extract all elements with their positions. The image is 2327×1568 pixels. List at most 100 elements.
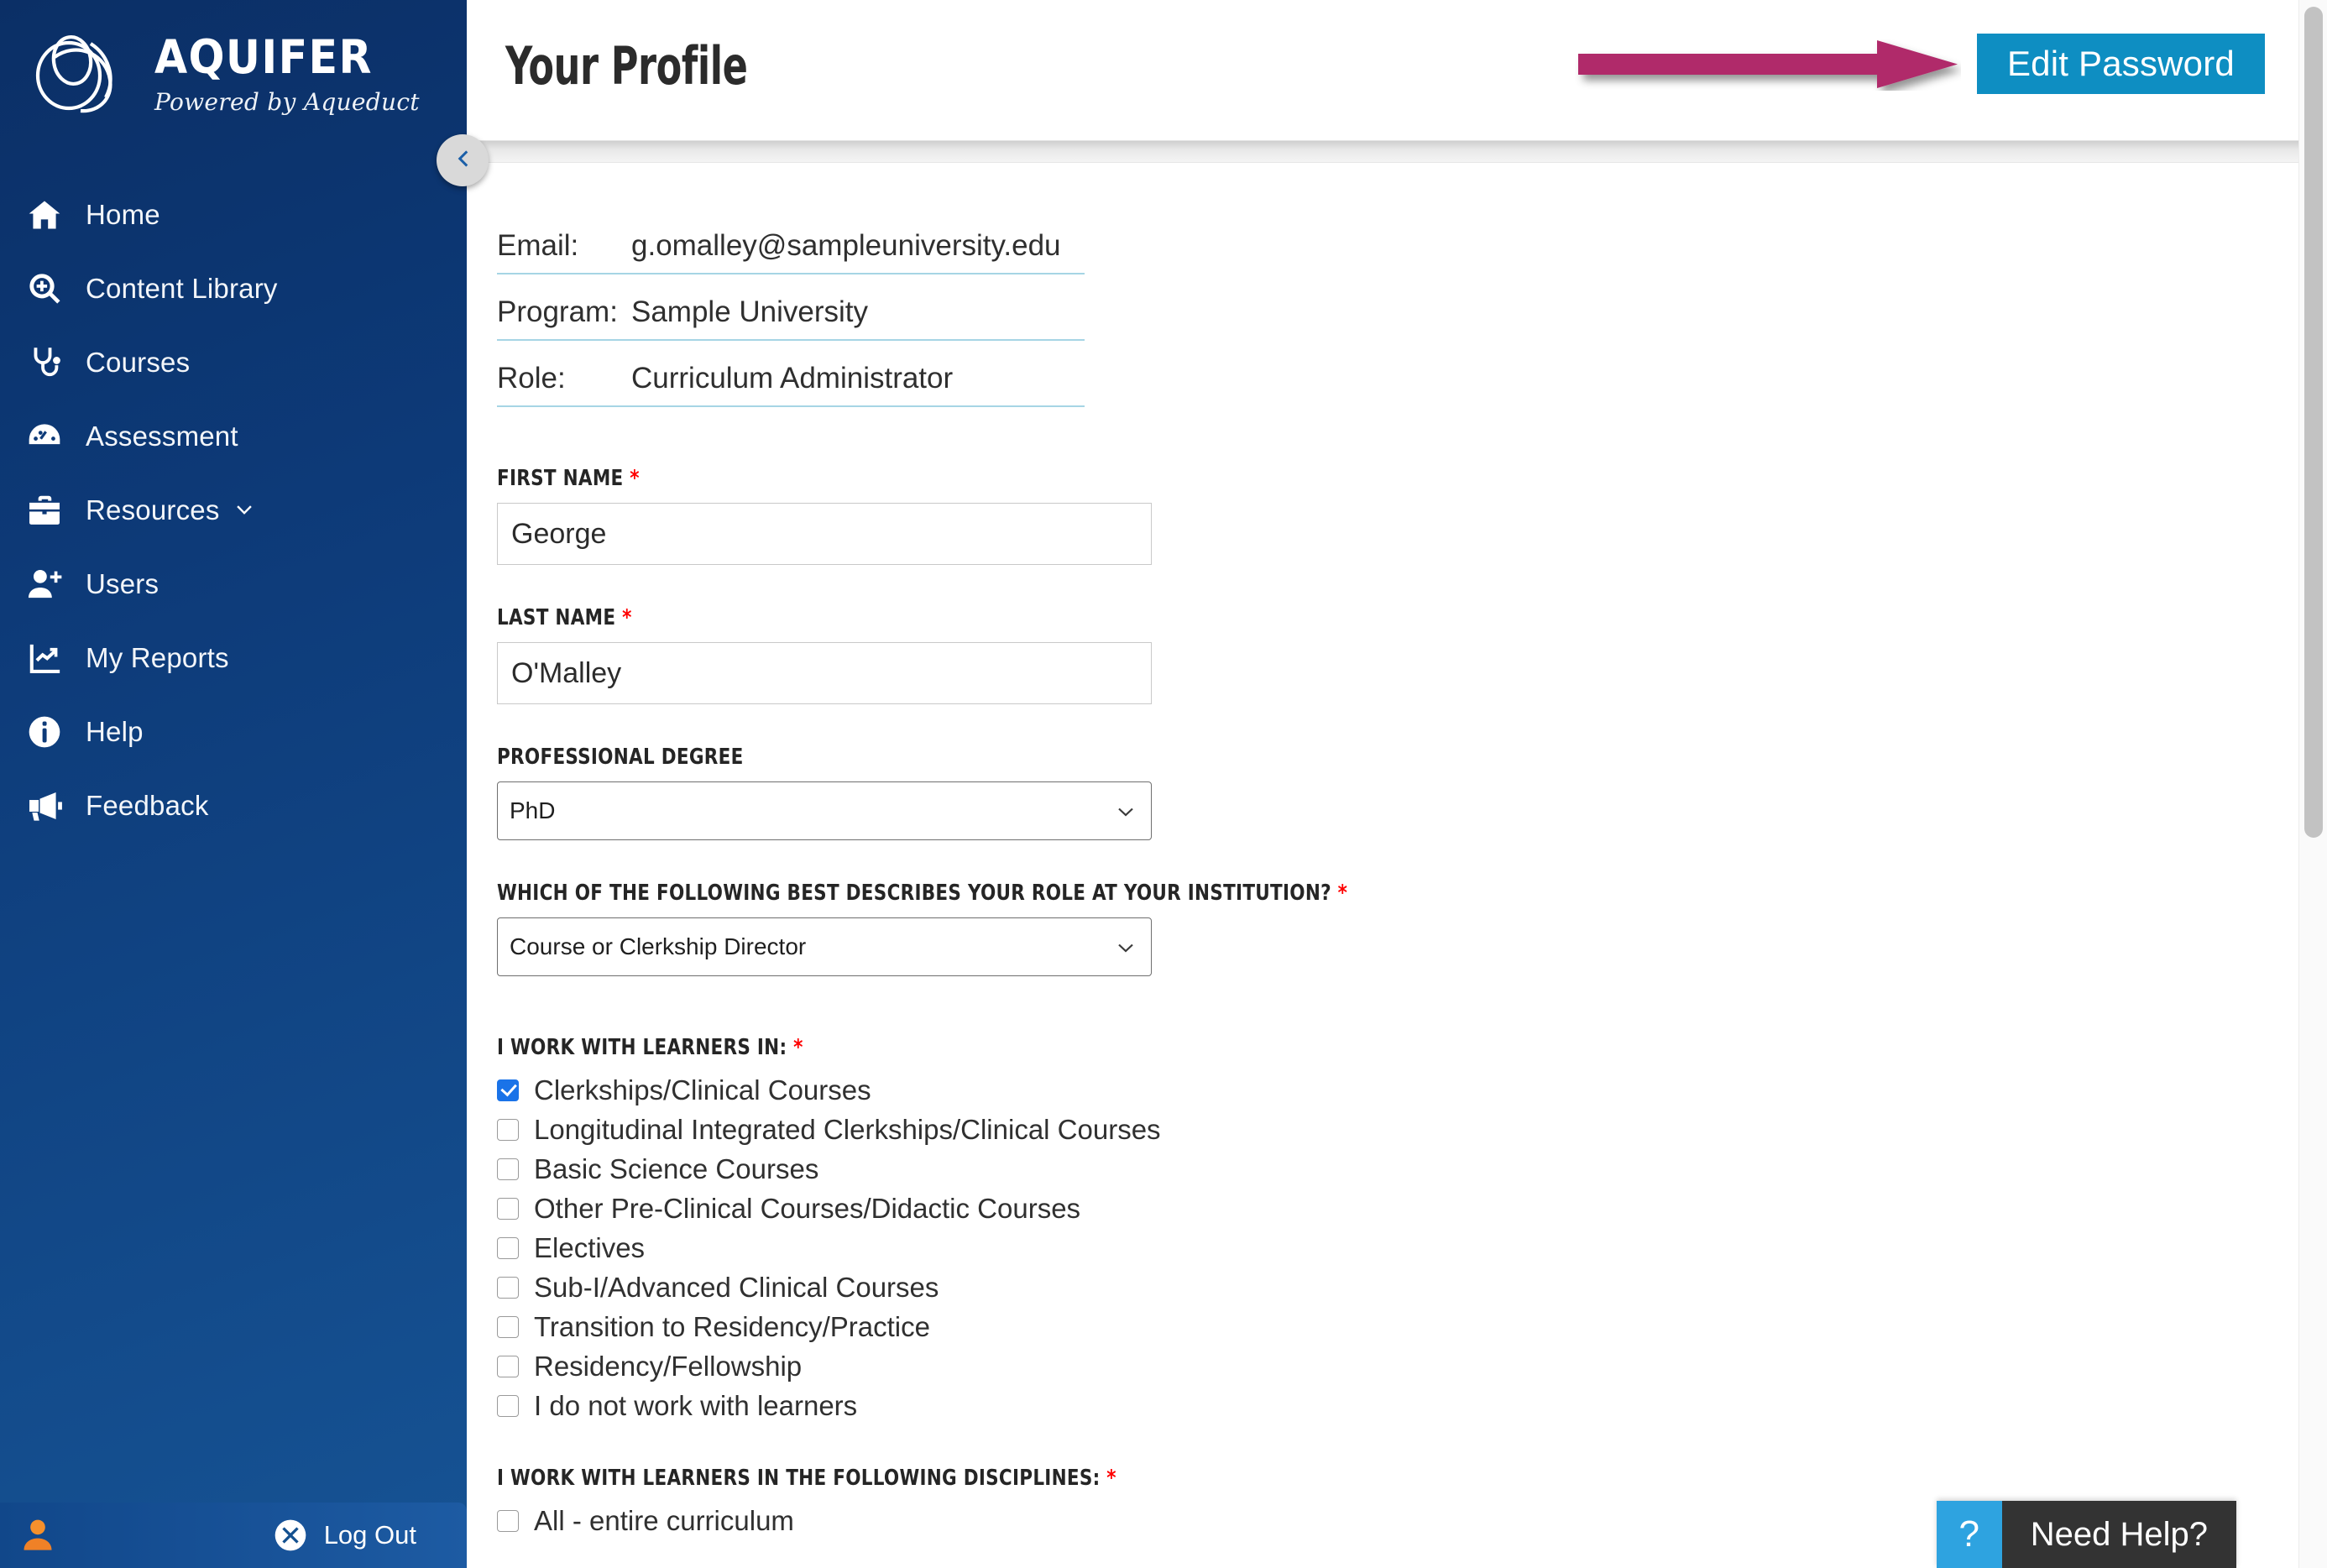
sidebar-footer: Log Out [0, 1503, 467, 1568]
edit-password-button[interactable]: Edit Password [1976, 34, 2265, 94]
sidebar-item-content-library[interactable]: Content Library [0, 252, 467, 326]
info-circle-icon [25, 713, 64, 751]
checkbox[interactable] [497, 1394, 519, 1417]
first-name-field-group: FIRST NAME * George [497, 466, 2327, 565]
sidebar-item-help[interactable]: Help [0, 695, 467, 769]
sidebar-item-my-reports[interactable]: My Reports [0, 621, 467, 695]
checkbox[interactable] [497, 1079, 519, 1101]
list-item[interactable]: I do not work with learners [497, 1386, 2327, 1425]
sidebar-item-users[interactable]: Users [0, 547, 467, 621]
search-plus-icon [25, 269, 64, 308]
checkbox-label: All - entire curriculum [534, 1504, 794, 1536]
required-marker: * [623, 466, 640, 491]
table-row: Email: g.omalley@sampleuniversity.edu [497, 208, 1085, 274]
sidebar-item-assessment[interactable]: Assessment [0, 400, 467, 473]
list-item[interactable]: Transition to Residency/Practice [497, 1307, 2327, 1346]
sidebar-item-feedback[interactable]: Feedback [0, 769, 467, 843]
last-name-label: LAST NAME * [497, 605, 2181, 630]
chevron-left-icon [451, 147, 474, 175]
scrollbar-thumb[interactable] [2304, 7, 2323, 838]
list-item[interactable]: Other Pre-Clinical Courses/Didactic Cour… [497, 1189, 2327, 1228]
checkbox-label: Electives [534, 1231, 646, 1263]
info-value-email: g.omalley@sampleuniversity.edu [631, 229, 1061, 262]
required-marker: * [1331, 881, 1348, 906]
main-area: Your Profile Edit Password Email: g.omal… [467, 0, 2327, 1568]
logout-label: Log Out [323, 1520, 416, 1550]
first-name-label: FIRST NAME * [497, 466, 2181, 491]
brand-logo[interactable]: AQUIFER Powered by Aqueduct [0, 0, 467, 123]
chevron-down-icon [1116, 801, 1136, 821]
professional-degree-select[interactable]: PhD [497, 781, 1152, 840]
checkbox[interactable] [497, 1355, 519, 1377]
user-plus-icon [25, 565, 64, 604]
learners-in-label: I WORK WITH LEARNERS IN: * [497, 1035, 2181, 1060]
info-label: Role: [497, 362, 566, 395]
list-item[interactable]: Residency/Fellowship [497, 1346, 2327, 1386]
aquifer-swirl-logo-icon [29, 24, 136, 123]
sidebar: AQUIFER Powered by Aqueduct Home Content [0, 0, 489, 1568]
profile-content: Email: g.omalley@sampleuniversity.edu Pr… [467, 163, 2327, 1568]
need-help-label: Need Help? [2001, 1501, 2236, 1568]
sidebar-item-label: My Reports [86, 642, 229, 673]
institution-role-label-text: WHICH OF THE FOLLOWING BEST DESCRIBES YO… [497, 881, 1331, 906]
page-scrollbar[interactable] [2298, 0, 2327, 1568]
checkbox[interactable] [497, 1276, 519, 1299]
institution-role-select[interactable]: Course or Clerkship Director [497, 917, 1152, 976]
checkbox-label: Transition to Residency/Practice [534, 1310, 930, 1342]
x-circle-icon [274, 1518, 307, 1552]
learners-in-group: I WORK WITH LEARNERS IN: * Clerkships/Cl… [497, 1035, 2327, 1425]
list-item[interactable]: Clerkships/Clinical Courses [497, 1070, 2327, 1110]
learners-in-label-text: I WORK WITH LEARNERS IN: [497, 1035, 787, 1060]
checkbox-label: I do not work with learners [534, 1389, 858, 1421]
sidebar-item-label: Content Library [86, 273, 278, 304]
list-item[interactable]: Longitudinal Integrated Clerkships/Clini… [497, 1110, 2327, 1149]
institution-role-value: Course or Clerkship Director [510, 933, 807, 959]
institution-role-field-group: WHICH OF THE FOLLOWING BEST DESCRIBES YO… [497, 881, 2327, 976]
checkbox[interactable] [497, 1509, 519, 1532]
required-marker: * [615, 605, 632, 630]
need-help-widget[interactable]: ? Need Help? [1936, 1501, 2236, 1568]
last-name-input[interactable]: O'Malley [497, 642, 1152, 704]
table-row: Program: Sample University [497, 274, 1085, 341]
page-title: Your Profile [505, 35, 748, 97]
chevron-down-icon [1116, 937, 1136, 957]
sidebar-item-courses[interactable]: Courses [0, 326, 467, 400]
sidebar-item-label: Help [86, 716, 144, 747]
sidebar-item-label: Users [86, 568, 159, 599]
briefcase-icon [25, 491, 64, 530]
list-item[interactable]: Electives [497, 1228, 2327, 1267]
learners-disciplines-label: I WORK WITH LEARNERS IN THE FOLLOWING DI… [497, 1466, 2181, 1491]
right-arrow-annotation-icon [1575, 39, 1961, 91]
logout-button[interactable]: Log Out [274, 1518, 416, 1552]
checkbox[interactable] [497, 1118, 519, 1141]
checkbox[interactable] [497, 1197, 519, 1220]
sidebar-nav: Home Content Library Courses Assessment … [0, 178, 467, 843]
chart-line-icon [25, 639, 64, 677]
checkbox[interactable] [497, 1236, 519, 1259]
checkbox[interactable] [497, 1158, 519, 1180]
checkbox-label: Basic Science Courses [534, 1152, 819, 1184]
header-divider [467, 141, 2327, 163]
sidebar-collapse-button[interactable] [437, 134, 489, 186]
brand-name: AQUIFER [154, 29, 373, 84]
checkbox-label: Sub-I/Advanced Clinical Courses [534, 1271, 939, 1303]
professional-degree-value: PhD [510, 797, 556, 823]
chevron-down-icon[interactable] [233, 494, 255, 526]
info-value-role: Curriculum Administrator [631, 362, 954, 395]
brand-tagline: Powered by Aqueduct [154, 87, 420, 116]
brand-text: AQUIFER Powered by Aqueduct [154, 31, 420, 116]
checkbox-label: Other Pre-Clinical Courses/Didactic Cour… [534, 1192, 1081, 1224]
learners-disciplines-label-text: I WORK WITH LEARNERS IN THE FOLLOWING DI… [497, 1466, 1101, 1491]
sidebar-item-resources[interactable]: Resources [0, 473, 467, 547]
institution-role-label: WHICH OF THE FOLLOWING BEST DESCRIBES YO… [497, 881, 2181, 906]
sidebar-item-home[interactable]: Home [0, 178, 467, 252]
first-name-label-text: FIRST NAME [497, 466, 624, 491]
first-name-input[interactable]: George [497, 503, 1152, 565]
list-item[interactable]: Basic Science Courses [497, 1149, 2327, 1189]
checkbox[interactable] [497, 1315, 519, 1338]
info-value-program: Sample University [631, 295, 869, 328]
sidebar-item-label: Resources [86, 494, 255, 526]
user-avatar-icon[interactable] [18, 1516, 57, 1555]
list-item[interactable]: Sub-I/Advanced Clinical Courses [497, 1267, 2327, 1307]
sidebar-item-label: Home [86, 199, 160, 230]
